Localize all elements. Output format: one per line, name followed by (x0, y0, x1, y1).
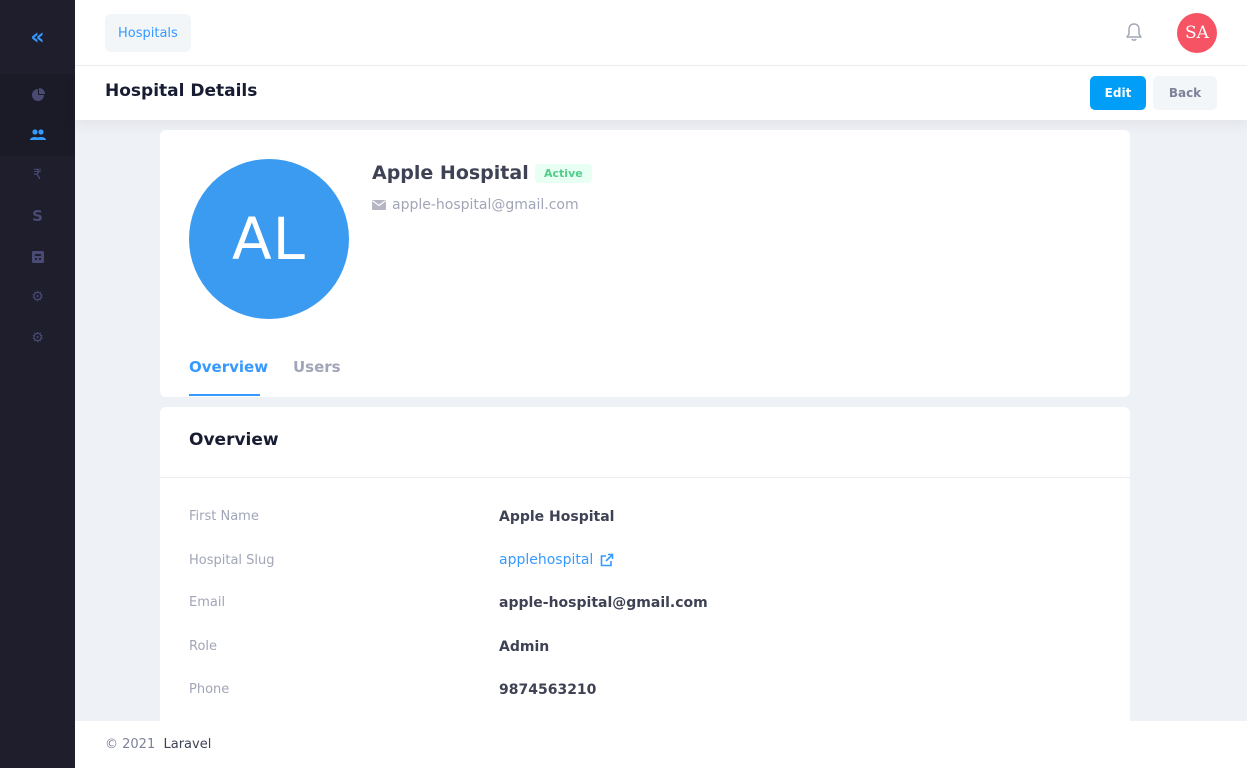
sidebar-item-dollar[interactable]: S (0, 196, 75, 236)
copyright: © 2021 (105, 737, 156, 752)
first-name-label: First Name (189, 509, 259, 524)
hospital-avatar: AL (189, 159, 349, 319)
sidebar-item-users[interactable] (0, 115, 75, 155)
tab-users[interactable]: Users (293, 358, 341, 376)
overview-title: Overview (189, 430, 279, 450)
breadcrumb-hospitals[interactable]: Hospitals (105, 14, 191, 52)
first-name-value: Apple Hospital (499, 509, 615, 525)
sidebar-item-advanced-settings[interactable]: ⚙ (0, 318, 75, 358)
footer-brand-link[interactable]: Laravel (163, 737, 211, 752)
envelope-icon (372, 200, 386, 210)
footer: © 2021 Laravel (75, 721, 1247, 768)
email-value: apple-hospital@gmail.com (499, 595, 708, 611)
dollar-icon: S (32, 207, 43, 225)
profile-card: AL Apple Hospital Active apple-hospital@… (160, 130, 1130, 397)
phone-value: 9874563210 (499, 682, 597, 698)
sidebar-item-calculator[interactable] (0, 237, 75, 277)
status-badge: Active (535, 164, 592, 183)
divider (160, 477, 1130, 478)
hospital-email-text: apple-hospital@gmail.com (392, 197, 579, 213)
hospital-name: Apple Hospital (372, 162, 529, 184)
active-tab-indicator (189, 394, 260, 396)
edit-button[interactable]: Edit (1090, 76, 1146, 110)
gears-icon: ⚙ (31, 330, 44, 346)
external-link-icon[interactable] (600, 553, 614, 567)
sidebar: « ₹ S ⚙ ⚙ (0, 0, 75, 768)
top-header: Hospitals SA (75, 0, 1247, 66)
double-chevron-left-icon[interactable]: « (0, 0, 75, 74)
sidebar-item-rupee[interactable]: ₹ (0, 155, 75, 195)
users-icon (29, 129, 46, 140)
overview-card: Overview First Name Apple Hospital Hospi… (160, 407, 1130, 737)
calculator-icon (31, 251, 44, 263)
rupee-icon: ₹ (33, 167, 42, 183)
hospital-email: apple-hospital@gmail.com (372, 197, 579, 213)
bell-icon[interactable] (1125, 22, 1143, 42)
role-label: Role (189, 639, 218, 654)
pie-chart-icon (31, 88, 45, 101)
hospital-slug-label: Hospital Slug (189, 553, 275, 568)
role-value: Admin (499, 639, 550, 655)
phone-label: Phone (189, 682, 230, 697)
email-label: Email (189, 595, 226, 610)
user-avatar[interactable]: SA (1177, 13, 1217, 53)
sidebar-item-dashboard[interactable] (0, 75, 75, 115)
sidebar-item-settings[interactable]: ⚙ (0, 277, 75, 317)
tab-overview[interactable]: Overview (189, 358, 268, 376)
subheader: Hospital Details Edit Back (75, 66, 1247, 120)
footer-text: © 2021 Laravel (105, 737, 211, 752)
hospital-slug-link[interactable]: applehospital (499, 552, 614, 568)
back-button[interactable]: Back (1153, 76, 1217, 110)
page-title: Hospital Details (105, 81, 258, 101)
gear-icon: ⚙ (31, 289, 44, 305)
hospital-slug-value[interactable]: applehospital (499, 552, 593, 568)
